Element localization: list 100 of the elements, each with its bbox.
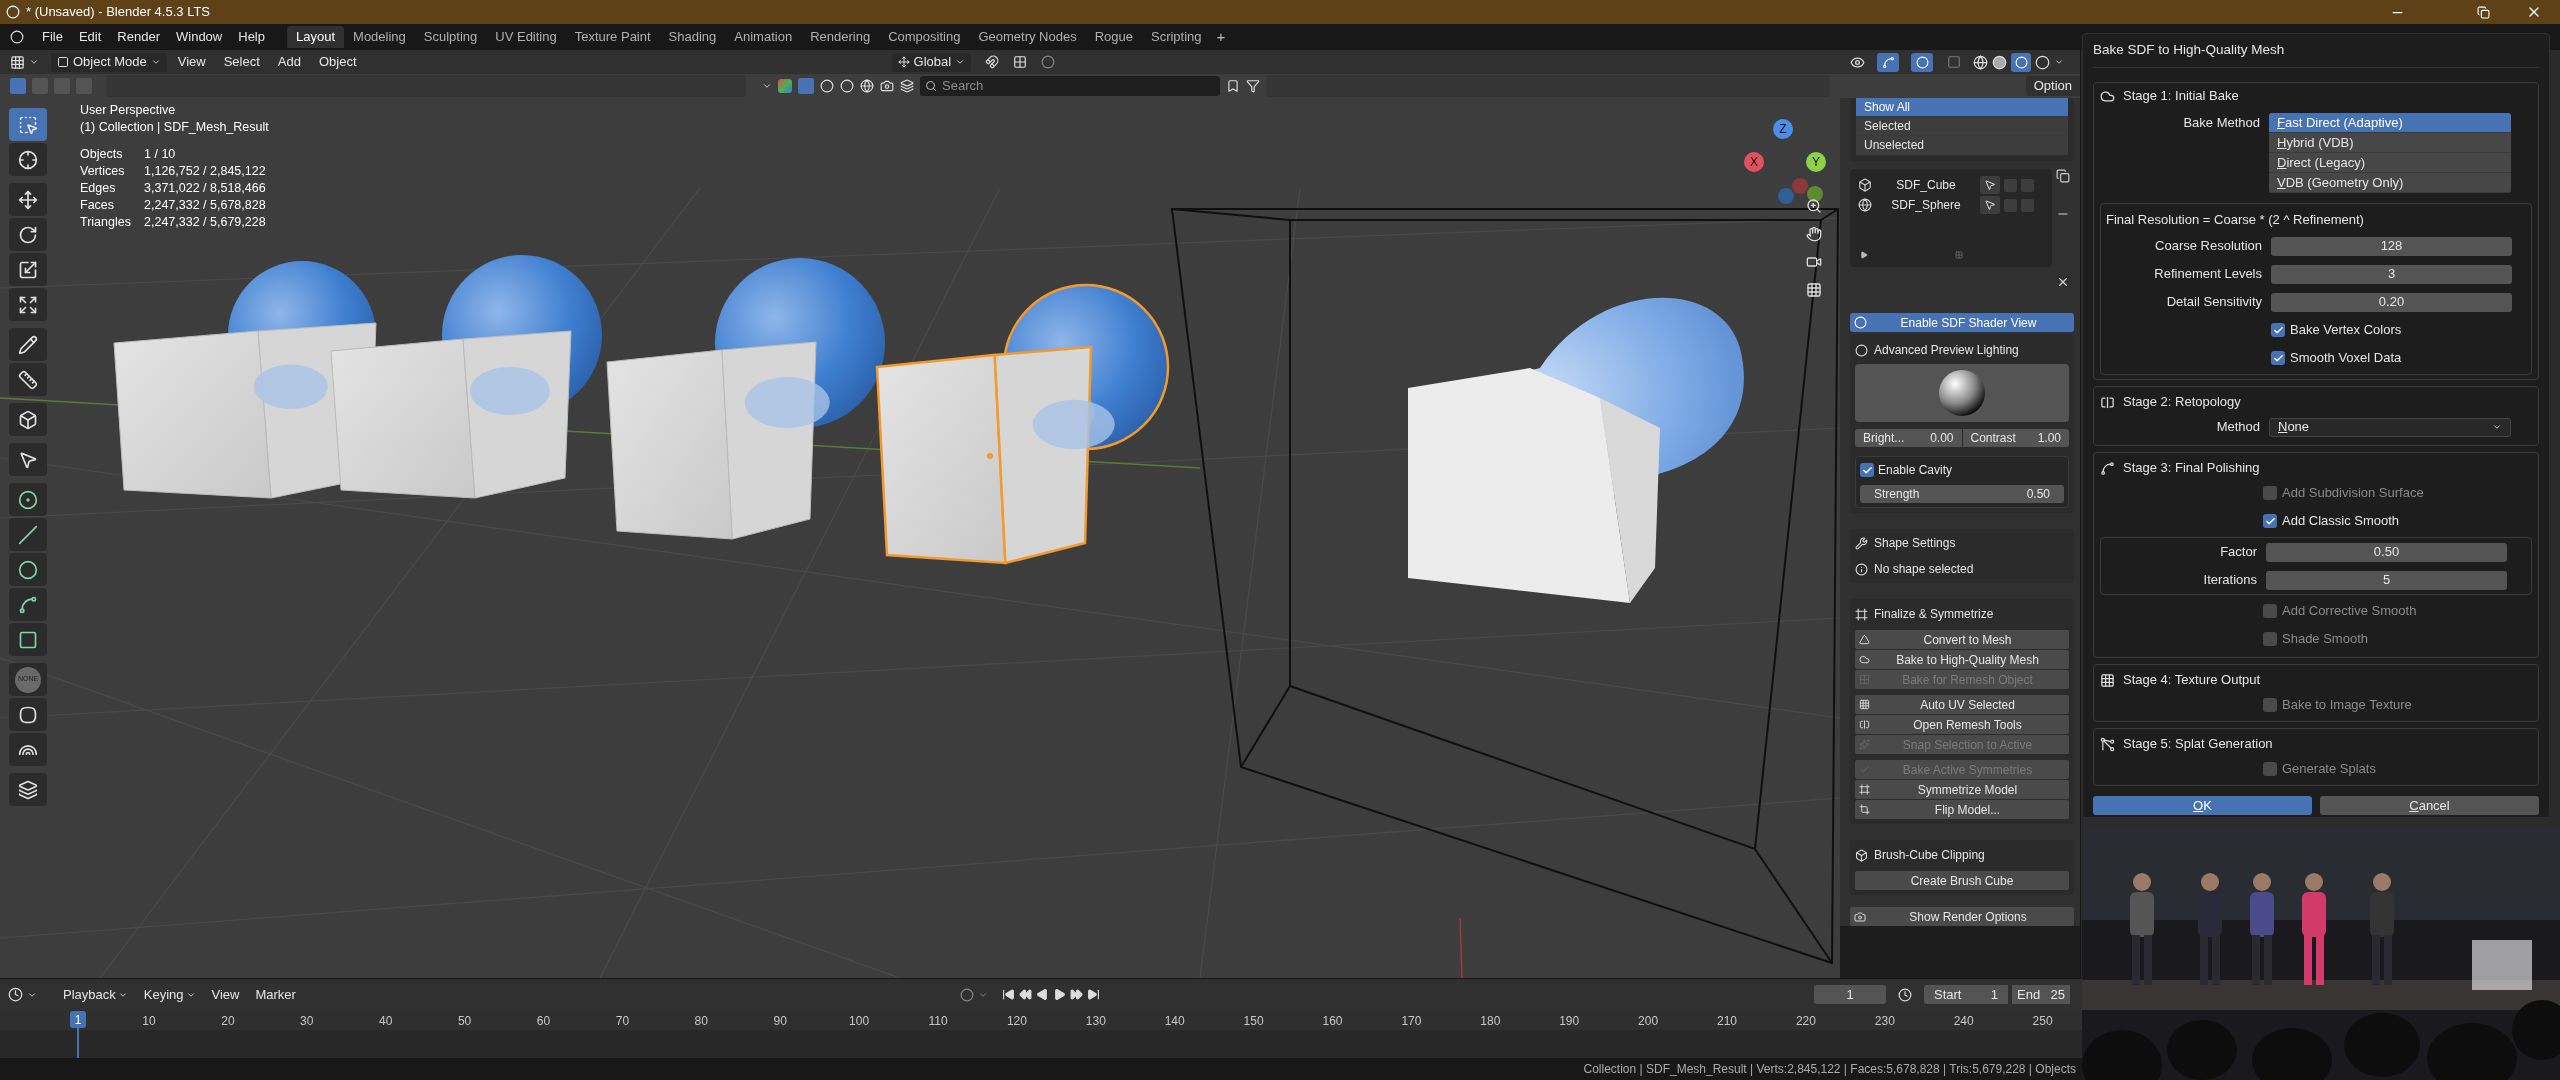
number-field[interactable]: Contrast 1.00 — [1962, 429, 2069, 447]
tool-button[interactable] — [9, 588, 47, 621]
number-field[interactable]: 5 — [2266, 570, 2507, 590]
number-field[interactable]: Bright... 0.00 — [1855, 429, 1962, 447]
menu-item[interactable]: Edit — [70, 27, 110, 47]
checkbox[interactable] — [2271, 323, 2285, 337]
dropdown-option[interactable]: Direct (Legacy) — [2269, 153, 2511, 173]
select-toggle[interactable] — [1980, 196, 2000, 214]
checkbox-label[interactable]: Shade Smooth — [2282, 629, 2368, 649]
add-workspace-button[interactable]: + — [1210, 25, 1232, 49]
number-field[interactable]: 3 — [2271, 264, 2512, 284]
tool-button[interactable] — [9, 443, 47, 476]
list-item[interactable]: SDF_Cube — [1876, 176, 1976, 194]
section-title[interactable]: Stage 2: Retopology — [2123, 392, 2241, 412]
panel-title[interactable]: Shape Settings — [1874, 534, 1956, 552]
tool-button[interactable] — [9, 253, 47, 286]
tool-button[interactable] — [9, 328, 47, 361]
menu-item[interactable]: Select — [216, 52, 267, 72]
dropdown-option[interactable]: VDB (Geometry Only) — [2269, 173, 2511, 193]
workspace-tab[interactable]: Compositing — [879, 26, 970, 48]
workspace-tab[interactable]: UV Editing — [486, 26, 566, 48]
camera-icon[interactable] — [1806, 254, 1822, 270]
menu-item[interactable]: Object — [311, 52, 364, 72]
panel-button[interactable]: Create Brush Cube — [1855, 871, 2069, 890]
rewind-icon[interactable] — [1018, 988, 1032, 1001]
menu-item[interactable]: Add — [270, 52, 308, 72]
orientation-dropdown[interactable]: Global — [891, 52, 972, 72]
list-item[interactable]: SDF_Sphere — [1876, 196, 1976, 214]
material-shading-toggle[interactable] — [2011, 52, 2031, 72]
menu-item[interactable]: File — [34, 27, 71, 47]
checkbox[interactable] — [2263, 486, 2277, 500]
tool-button[interactable] — [9, 698, 47, 731]
axis-handle[interactable] — [1807, 186, 1823, 202]
select-toggle[interactable] — [1980, 176, 2000, 194]
workspace-tab[interactable]: Shading — [659, 26, 726, 48]
axis-handle[interactable] — [1778, 188, 1794, 204]
solid-shading-icon[interactable] — [1992, 54, 2007, 70]
number-field[interactable]: 128 — [2271, 236, 2512, 256]
mode-dropdown[interactable]: Object Mode — [51, 52, 167, 72]
axis-handle[interactable]: Y — [1806, 152, 1826, 172]
axis-handle[interactable]: X — [1744, 152, 1764, 172]
menu-item[interactable]: Window — [168, 27, 231, 47]
copy-icon[interactable] — [2056, 169, 2070, 183]
cancel-button[interactable]: Cancel — [2320, 796, 2539, 815]
ok-button[interactable]: OK — [2093, 796, 2312, 815]
dropdown-option[interactable]: Hybrid (VDB) — [2269, 133, 2511, 153]
checkbox-label[interactable]: Add Corrective Smooth — [2282, 601, 2417, 621]
section-title[interactable]: Stage 3: Final Polishing — [2123, 458, 2260, 478]
tool-button[interactable] — [9, 623, 47, 656]
menu-item[interactable]: Marker — [249, 984, 302, 1005]
search-field[interactable]: Search — [920, 76, 1220, 96]
axis-handle[interactable]: Z — [1773, 119, 1793, 139]
workspace-tab[interactable]: Scripting — [1141, 26, 1211, 48]
checkbox-label[interactable]: Enable Cavity — [1878, 461, 1953, 479]
section-title[interactable]: Stage 4: Texture Output — [2123, 670, 2261, 690]
frame-field[interactable]: 1 — [1814, 985, 1886, 1004]
checkbox-label[interactable]: Generate Splats — [2282, 759, 2376, 779]
checkbox-label[interactable]: Bake Vertex Colors — [2290, 320, 2402, 340]
tool-button[interactable] — [9, 773, 47, 806]
number-field[interactable]: 0.20 — [2271, 292, 2512, 312]
menu-item[interactable]: View — [205, 984, 246, 1005]
checkbox-label[interactable]: Smooth Voxel Data — [2290, 348, 2402, 368]
clock-icon[interactable] — [1898, 987, 1912, 1002]
section-title[interactable]: Stage 1: Initial Bake — [2123, 86, 2239, 106]
tool-button[interactable] — [9, 218, 47, 251]
panel-button[interactable]: Convert to Mesh — [1855, 630, 2069, 649]
tool-button[interactable] — [9, 403, 47, 436]
workspace-tab[interactable]: Modeling — [344, 26, 415, 48]
restore-icon[interactable] — [2477, 5, 2490, 19]
play-icon[interactable] — [1052, 988, 1066, 1001]
workspace-tab[interactable]: Layout — [287, 26, 345, 48]
menu-item[interactable]: Keying — [137, 984, 202, 1005]
jump-end-icon[interactable] — [1086, 988, 1100, 1001]
workspace-tab[interactable]: Rendering — [801, 26, 880, 48]
workspace-tab[interactable]: Texture Paint — [565, 26, 660, 48]
wireframe-shading-icon[interactable] — [1973, 54, 1988, 70]
start-field[interactable]: Start 1 — [1924, 985, 2008, 1004]
filter-option[interactable]: Selected — [1856, 117, 2068, 136]
section-title[interactable]: Stage 5: Splat Generation — [2123, 734, 2273, 754]
checkbox[interactable] — [1860, 463, 1874, 477]
panel-title[interactable]: Brush-Cube Clipping — [1874, 846, 1985, 864]
color-cube-icon[interactable] — [778, 79, 792, 93]
panel-button[interactable]: Open Remesh Tools — [1855, 715, 2069, 734]
grid-icon[interactable] — [1806, 282, 1822, 298]
number-field[interactable]: Strength 0.50 — [1860, 485, 2064, 503]
end-field[interactable]: End 25 — [2012, 985, 2070, 1004]
jump-start-icon[interactable] — [1001, 988, 1015, 1001]
checkbox-label[interactable]: Bake to Image Texture — [2282, 695, 2412, 715]
filter-option[interactable]: Unselected — [1856, 136, 2068, 155]
snap-grid-icon[interactable] — [1013, 55, 1028, 69]
dropdown-field[interactable]: None — [2269, 417, 2511, 437]
menu-item[interactable]: View — [170, 52, 213, 72]
gizmo-toggle[interactable] — [1877, 52, 1899, 72]
workspace-tab[interactable]: Rogue — [1085, 26, 1142, 48]
dropdown-option[interactable]: Fast Direct (Adaptive) — [2269, 113, 2511, 133]
tool-button[interactable] — [9, 143, 47, 176]
close-icon[interactable] — [2056, 275, 2070, 289]
workspace-tab[interactable]: Geometry Nodes — [969, 26, 1086, 48]
checkbox[interactable] — [2263, 632, 2277, 646]
workspace-tab[interactable]: Animation — [725, 26, 802, 48]
